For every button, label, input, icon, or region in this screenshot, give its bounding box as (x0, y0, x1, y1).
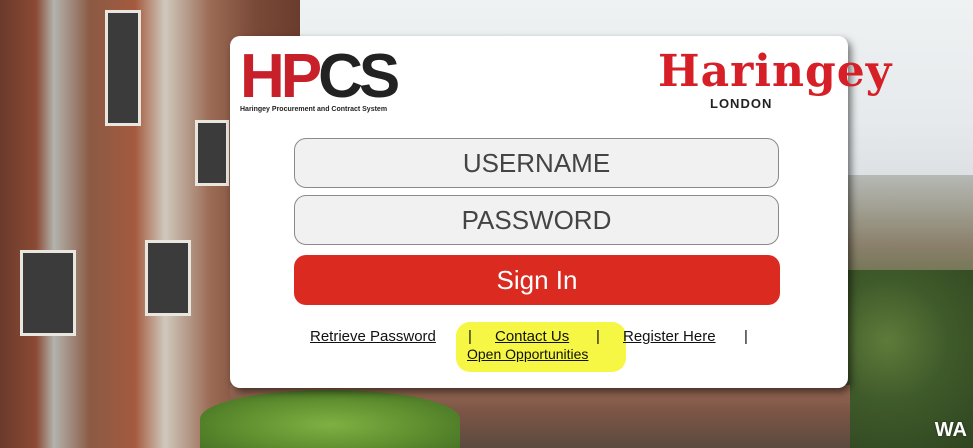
background-window (20, 250, 76, 336)
background-window (145, 240, 191, 316)
hpcs-logo-tagline: Haringey Procurement and Contract System (240, 106, 388, 113)
sign-in-button[interactable]: Sign In (294, 255, 780, 305)
username-field[interactable] (294, 138, 779, 188)
link-separator: | (468, 328, 472, 345)
hpcs-logo-letters: HPCS (240, 42, 400, 111)
watermark-logo: WA (934, 419, 967, 441)
link-separator: | (596, 328, 600, 345)
register-here-link[interactable]: Register Here (623, 328, 716, 345)
password-field[interactable] (294, 195, 779, 245)
contact-us-link[interactable]: Contact Us (495, 328, 569, 345)
haringey-logo: Haringey LONDON (658, 46, 891, 116)
login-page: WA HPCS Haringey Procurement and Contrac… (0, 0, 973, 448)
haringey-logo-word: Haringey (658, 46, 893, 97)
background-window (105, 10, 141, 126)
hpcs-logo: HPCS Haringey Procurement and Contract S… (240, 44, 400, 118)
link-separator: | (744, 328, 748, 345)
haringey-logo-sub: LONDON (710, 96, 773, 111)
retrieve-password-link[interactable]: Retrieve Password (310, 328, 436, 345)
background-window (195, 120, 229, 186)
background-tree (200, 390, 460, 448)
open-opportunities-link[interactable]: Open Opportunities (467, 346, 588, 362)
login-card: HPCS Haringey Procurement and Contract S… (230, 36, 891, 388)
